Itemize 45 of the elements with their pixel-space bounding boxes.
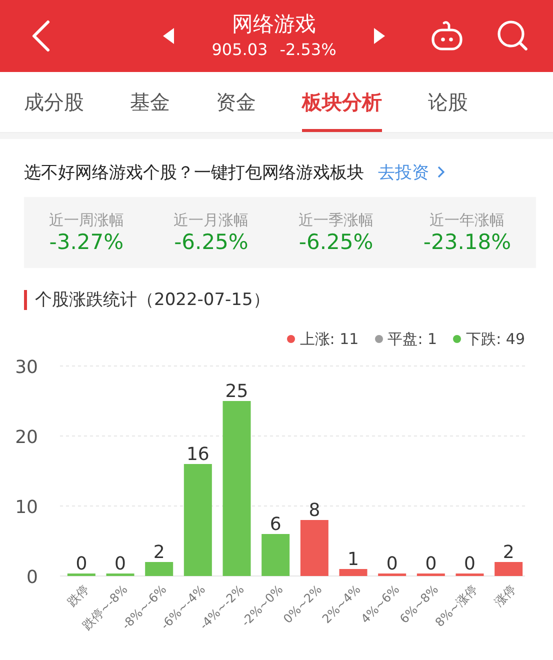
- legend-label: 上涨: 11: [300, 330, 359, 348]
- previous-icon[interactable]: [162, 28, 176, 44]
- tab[interactable]: 基金: [130, 72, 170, 132]
- legend-label: 下跌: 49: [466, 330, 525, 348]
- bar-value: 2: [502, 542, 514, 563]
- stat-value: -6.25%: [298, 230, 374, 254]
- bar-value: 0: [386, 554, 398, 574]
- index-change: -2.53%: [280, 39, 336, 61]
- tab[interactable]: 资金: [216, 72, 256, 132]
- bar-value: 0: [464, 554, 476, 574]
- promo-text: 选不好网络游戏个股？一键打包网络游戏板块: [24, 162, 364, 184]
- bar-value: 0: [425, 554, 437, 574]
- stat-label: 近一月涨幅: [174, 211, 249, 230]
- y-tick-label: 30: [15, 357, 38, 378]
- tab[interactable]: 成分股: [24, 72, 84, 132]
- x-axis-label: 涨停: [492, 582, 519, 610]
- chevron-right-icon: [437, 165, 445, 179]
- sector-title: 网络游戏: [232, 11, 316, 38]
- stat-value: -6.25%: [174, 230, 248, 254]
- section-title: 个股涨跌统计（2022-07-15）: [35, 289, 270, 311]
- stat-value: -3.27%: [49, 230, 124, 254]
- stat-label: 近一年涨幅: [430, 211, 505, 230]
- search-icon[interactable]: [496, 19, 530, 53]
- y-tick-label: 10: [15, 497, 38, 518]
- bar-value: 0: [114, 554, 126, 574]
- bar-value: 1: [348, 549, 359, 570]
- bar-value: 16: [186, 444, 210, 465]
- tab[interactable]: 论股: [428, 72, 468, 132]
- stat-label: 近一季涨幅: [298, 211, 374, 230]
- index-value: 905.03: [212, 39, 268, 61]
- section-marker: [24, 290, 27, 310]
- back-icon[interactable]: [30, 19, 52, 53]
- y-tick-label: 0: [26, 567, 38, 588]
- stat-label: 近一周涨幅: [48, 211, 124, 230]
- legend-label: 平盘: 1: [388, 330, 438, 348]
- y-tick-label: 20: [15, 427, 38, 448]
- robot-icon[interactable]: [430, 20, 464, 52]
- bar-value: 0: [76, 554, 88, 574]
- stat-value: -23.18%: [423, 230, 512, 254]
- x-axis-label: 跌停: [64, 582, 92, 610]
- bar-value: 2: [153, 542, 165, 563]
- bar-value: 8: [308, 500, 320, 521]
- next-icon[interactable]: [372, 28, 386, 44]
- bar-value: 25: [225, 381, 248, 402]
- bar-value: 6: [270, 514, 282, 535]
